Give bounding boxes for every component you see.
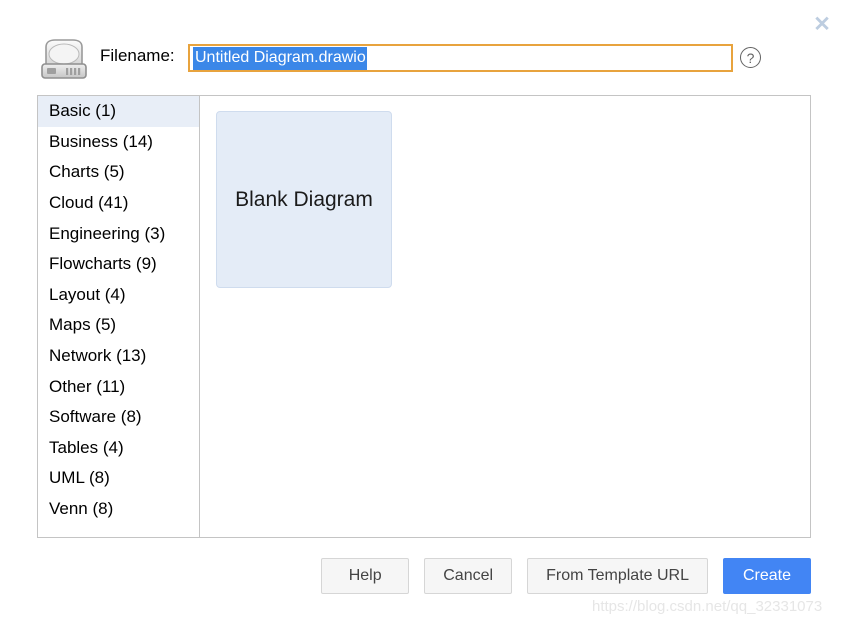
sidebar-item-label: Business (14) — [49, 131, 153, 151]
watermark: https://blog.csdn.net/qq_32331073 — [592, 598, 823, 615]
sidebar-item-label: Basic (1) — [49, 101, 117, 121]
filename-input[interactable]: Untitled Diagram.drawio — [188, 44, 733, 72]
template-card-blank-diagram[interactable]: Blank Diagram — [216, 111, 392, 288]
sidebar-item-flowcharts[interactable]: Flowcharts (9) — [38, 249, 199, 280]
sidebar-item-label: Network (13) — [49, 346, 147, 366]
sidebar-item-label: Charts (5) — [49, 162, 125, 182]
sidebar-item-uml[interactable]: UML (8) — [38, 463, 199, 494]
sidebar-item-business[interactable]: Business (14) — [38, 127, 199, 158]
sidebar-item-software[interactable]: Software (8) — [38, 402, 199, 433]
help-icon[interactable]: ? — [740, 47, 761, 68]
sidebar-item-label: Engineering (3) — [49, 223, 166, 243]
filename-header: Filename: Untitled Diagram.drawio ? — [36, 34, 812, 86]
filename-input-value: Untitled Diagram.drawio — [193, 46, 367, 70]
sidebar-item-tables[interactable]: Tables (4) — [38, 433, 199, 464]
sidebar-item-label: Software (8) — [49, 407, 142, 427]
from-template-url-button[interactable]: From Template URL — [527, 558, 708, 594]
sidebar-item-label: Layout (4) — [49, 284, 126, 304]
sidebar-item-maps[interactable]: Maps (5) — [38, 310, 199, 341]
cancel-button[interactable]: Cancel — [424, 558, 513, 594]
create-button[interactable]: Create — [723, 558, 811, 594]
sidebar-item-label: Venn (8) — [49, 499, 114, 519]
sidebar-item-network[interactable]: Network (13) — [38, 341, 199, 372]
sidebar-item-label: UML (8) — [49, 468, 110, 488]
sidebar-item-label: Maps (5) — [49, 315, 117, 335]
sidebar-item-cloud[interactable]: Cloud (41) — [38, 188, 199, 219]
help-button[interactable]: Help — [321, 558, 410, 594]
filename-label: Filename: — [100, 46, 175, 65]
sidebar-item-other[interactable]: Other (11) — [38, 371, 199, 402]
sidebar-item-label: Flowcharts (9) — [49, 254, 157, 274]
question-mark-glyph: ? — [746, 49, 755, 66]
sidebar-item-layout[interactable]: Layout (4) — [38, 280, 199, 311]
sidebar-item-venn[interactable]: Venn (8) — [38, 494, 199, 525]
hard-disk-icon — [36, 37, 92, 83]
sidebar-item-label: Cloud (41) — [49, 193, 129, 213]
close-icon: ✕ — [813, 12, 831, 36]
template-grid: Blank Diagram — [200, 96, 810, 537]
sidebar-item-basic[interactable]: Basic (1) — [38, 96, 199, 127]
template-picker-panel: Basic (1) Business (14) Charts (5) Cloud (4… — [37, 95, 811, 538]
sidebar-item-label: Other (11) — [49, 376, 126, 396]
template-card-label: Blank Diagram — [235, 187, 373, 211]
sidebar-item-label: Tables (4) — [49, 437, 124, 457]
dialog-footer: Help Cancel From Template URL Create — [37, 558, 811, 594]
close-button[interactable]: ✕ — [809, 11, 835, 37]
sidebar-item-engineering[interactable]: Engineering (3) — [38, 218, 199, 249]
category-sidebar[interactable]: Basic (1) Business (14) Charts (5) Cloud (4… — [38, 96, 200, 537]
sidebar-item-charts[interactable]: Charts (5) — [38, 157, 199, 188]
